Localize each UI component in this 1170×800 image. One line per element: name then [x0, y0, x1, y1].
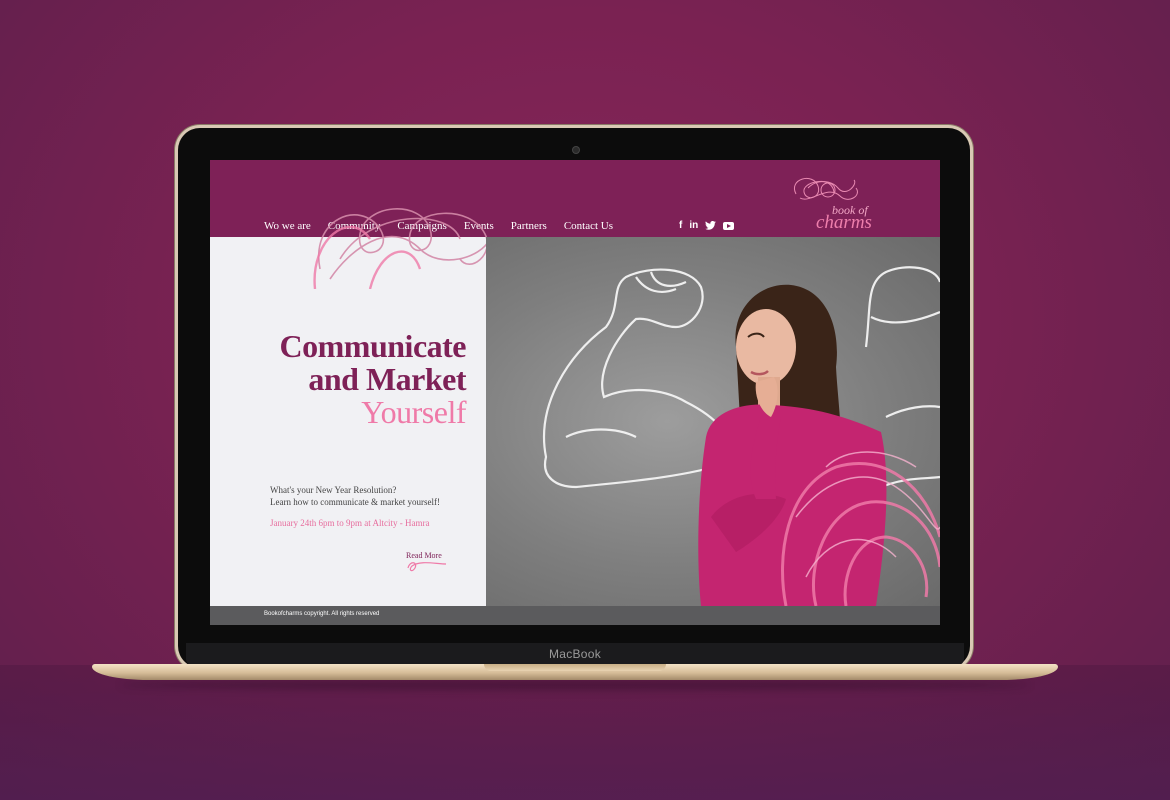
linkedin-icon[interactable]: in: [689, 220, 698, 231]
laptop-notch: [484, 664, 666, 671]
desc-line-2: Learn how to communicate & market yourse…: [270, 497, 440, 507]
logo-text-charms: charms: [816, 212, 872, 233]
hero-image: [486, 237, 940, 606]
headline-swirl-icon: [313, 208, 491, 289]
youtube-icon[interactable]: [723, 221, 735, 230]
site-footer: Bookofcharms copyright. All rights reser…: [210, 606, 940, 625]
desc-line-1: What's your New Year Resolution?: [270, 485, 397, 495]
headline-and-market: and Market: [308, 361, 466, 397]
read-more-swirl-icon: [407, 562, 447, 572]
social-links: f in: [679, 220, 735, 231]
website-screen: Wo we are Community Campaigns Events Par…: [210, 160, 940, 625]
hero-headline: Communicate and Market Yourself: [279, 328, 467, 430]
headline-yourself: Yourself: [361, 394, 466, 430]
footer-copyright: Bookofcharms copyright. All rights reser…: [264, 611, 380, 617]
hero-illustration: [543, 266, 940, 606]
camera-icon: [573, 147, 579, 153]
nav-item-partners[interactable]: Partners: [511, 220, 547, 232]
laptop-shadow: [120, 680, 1030, 690]
device-brand-label: MacBook: [548, 647, 602, 661]
hero-description: What's your New Year Resolution? Learn h…: [270, 484, 440, 508]
laptop-chin: MacBook: [186, 643, 964, 665]
site-logo[interactable]: book of charms: [788, 174, 888, 234]
event-date: January 24th 6pm to 9pm at Altcity - Ham…: [270, 518, 430, 528]
nav-item-contact-us[interactable]: Contact Us: [564, 220, 613, 232]
twitter-icon[interactable]: [705, 221, 717, 230]
nav-item-who-we-are[interactable]: Wo we are: [264, 220, 311, 232]
facebook-icon[interactable]: f: [679, 220, 682, 231]
headline-communicate: Communicate: [279, 328, 467, 364]
hero-text-panel: Communicate and Market Yourself What's y…: [210, 208, 491, 606]
